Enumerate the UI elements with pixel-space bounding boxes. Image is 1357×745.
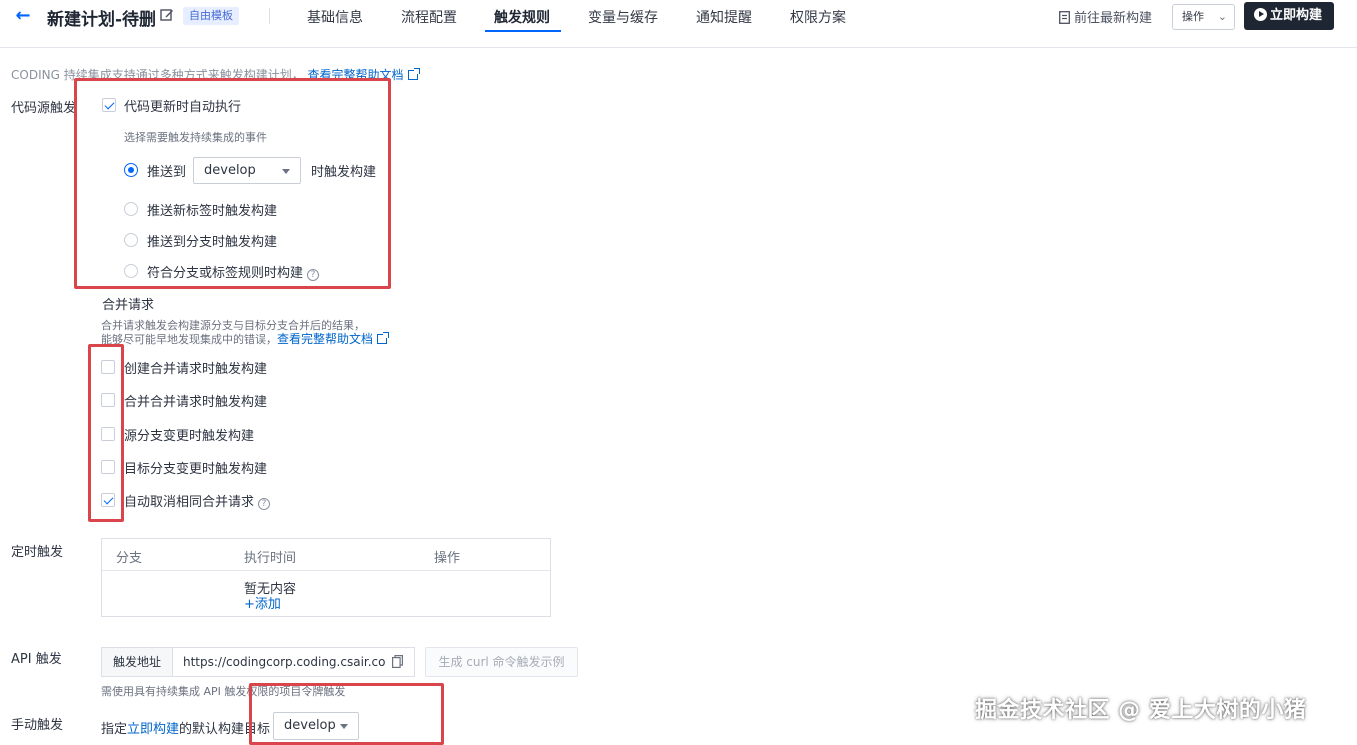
edit-icon[interactable]: [160, 8, 174, 22]
column-actions: 操作: [434, 551, 461, 566]
merge-desc-text: 能够尽可能早地发现集成中的错误，: [101, 333, 277, 346]
push-branch-select[interactable]: develop: [193, 157, 301, 184]
intro-description: CODING 持续集成支持通过多种方式来触发构建计划，: [11, 68, 304, 82]
goto-latest-label: 前往最新构建: [1074, 11, 1153, 26]
caret-down-icon: [340, 724, 348, 729]
chevron-down-icon: ⌄: [1217, 10, 1227, 23]
help-icon[interactable]: ?: [307, 269, 320, 281]
document-icon: [1059, 11, 1070, 24]
build-now-link[interactable]: 立即构建: [127, 722, 179, 737]
merge-request-title: 合并请求: [102, 298, 155, 313]
manual-prefix: 指定: [101, 722, 128, 737]
operations-dropdown[interactable]: 操作 ⌄: [1172, 4, 1235, 30]
push-branch-radio[interactable]: [124, 233, 138, 247]
rule-match-label: 符合分支或标签规则时构建: [147, 266, 304, 281]
column-exec-time: 执行时间: [244, 551, 297, 566]
merge-request-desc-2: 能够尽可能早地发现集成中的错误，查看完整帮助文档: [101, 330, 390, 347]
generate-curl-button[interactable]: 生成 curl 命令触发示例: [425, 647, 578, 677]
push-branch-label: 推送到分支时触发构建: [147, 235, 278, 250]
top-header: ← 新建计划-待删 自由模板 基础信息 流程配置 触发规则 变量与缓存 通知提醒…: [0, 0, 1357, 48]
add-schedule-label: 添加: [254, 597, 281, 612]
column-branch: 分支: [116, 551, 143, 566]
external-link-icon[interactable]: [407, 68, 420, 80]
active-tab-indicator: [485, 30, 561, 32]
watermark: 掘金技术社区 @ 爱上大树的小猪: [975, 698, 1307, 723]
build-now-label: 立即构建: [1270, 8, 1323, 23]
template-badge: 自由模板: [183, 7, 239, 25]
push-to-label: 推送到: [147, 165, 187, 180]
back-arrow-icon[interactable]: ←: [10, 6, 36, 28]
tab-flow-config[interactable]: 流程配置: [401, 7, 457, 27]
page-title: 新建计划-待删: [47, 10, 157, 30]
operations-label: 操作: [1182, 10, 1204, 23]
manual-trigger-desc: 指定立即构建的默认构建目标: [101, 718, 270, 737]
intro-text: CODING 持续集成支持通过多种方式来触发构建计划， 查看完整帮助文档: [11, 66, 420, 83]
api-trigger-label: API 触发: [11, 652, 62, 667]
plus-icon: +: [244, 597, 255, 612]
schedule-table-header: 分支 执行时间 操作: [102, 539, 550, 571]
mr-create-label: 创建合并请求时触发构建: [124, 362, 268, 377]
rule-match-radio[interactable]: [124, 264, 138, 278]
event-hint: 选择需要触发持续集成的事件: [124, 131, 267, 144]
play-icon: [1254, 8, 1267, 21]
mr-source-change-checkbox[interactable]: [101, 427, 115, 441]
caret-down-icon: [282, 168, 290, 174]
auto-run-checkbox[interactable]: [102, 98, 116, 112]
mr-auto-cancel-label: 自动取消相同合并请求: [124, 495, 255, 510]
manual-suffix: 的默认构建目标: [179, 722, 271, 737]
schedule-trigger-label: 定时触发: [11, 545, 64, 560]
header-divider: [269, 8, 270, 24]
push-tag-radio[interactable]: [124, 202, 138, 216]
manual-branch-value: develop: [284, 718, 336, 733]
goto-latest-build-link[interactable]: 前往最新构建: [1059, 7, 1152, 26]
api-token-note: 需使用具有持续集成 API 触发权限的项目令牌触发: [101, 685, 346, 698]
build-now-button[interactable]: 立即构建: [1244, 2, 1334, 30]
help-icon[interactable]: ?: [258, 498, 271, 510]
mr-merge-checkbox[interactable]: [101, 393, 115, 407]
add-schedule-button[interactable]: +添加: [244, 593, 281, 612]
push-branch-value: develop: [204, 163, 256, 178]
schedule-table: 分支 执行时间 操作 暂无内容 +添加: [101, 538, 551, 617]
code-trigger-label: 代码源触发: [11, 101, 77, 116]
tab-permissions[interactable]: 权限方案: [790, 7, 846, 27]
rule-match-option: 符合分支或标签规则时构建?: [147, 262, 320, 281]
push-to-suffix: 时触发构建: [311, 165, 377, 180]
mr-target-change-checkbox[interactable]: [101, 460, 115, 474]
merge-help-link[interactable]: 查看完整帮助文档: [277, 332, 373, 346]
manual-trigger-label: 手动触发: [11, 718, 64, 733]
mr-merge-label: 合并合并请求时触发构建: [124, 395, 268, 410]
mr-auto-cancel-option: 自动取消相同合并请求?: [124, 491, 271, 510]
push-tag-label: 推送新标签时触发构建: [147, 204, 278, 219]
manual-branch-select[interactable]: develop: [273, 712, 359, 740]
tab-basic-info[interactable]: 基础信息: [307, 7, 363, 27]
mr-create-checkbox[interactable]: [101, 360, 115, 374]
mr-auto-cancel-checkbox[interactable]: [101, 493, 115, 507]
trigger-url-field[interactable]: https://codingcorp.coding.csair.co: [172, 647, 415, 677]
trigger-url-label: 触发地址: [101, 647, 173, 677]
copy-icon[interactable]: [392, 655, 403, 668]
tab-trigger-rules[interactable]: 触发规则: [494, 7, 550, 27]
external-link-icon[interactable]: [377, 332, 390, 344]
mr-target-change-label: 目标分支变更时触发构建: [124, 462, 268, 477]
intro-help-link[interactable]: 查看完整帮助文档: [308, 68, 404, 82]
tab-notifications[interactable]: 通知提醒: [696, 7, 752, 27]
mr-source-change-label: 源分支变更时触发构建: [124, 429, 255, 444]
tab-variables-cache[interactable]: 变量与缓存: [588, 7, 658, 27]
auto-run-label: 代码更新时自动执行: [124, 100, 242, 115]
push-to-radio[interactable]: [124, 163, 138, 177]
